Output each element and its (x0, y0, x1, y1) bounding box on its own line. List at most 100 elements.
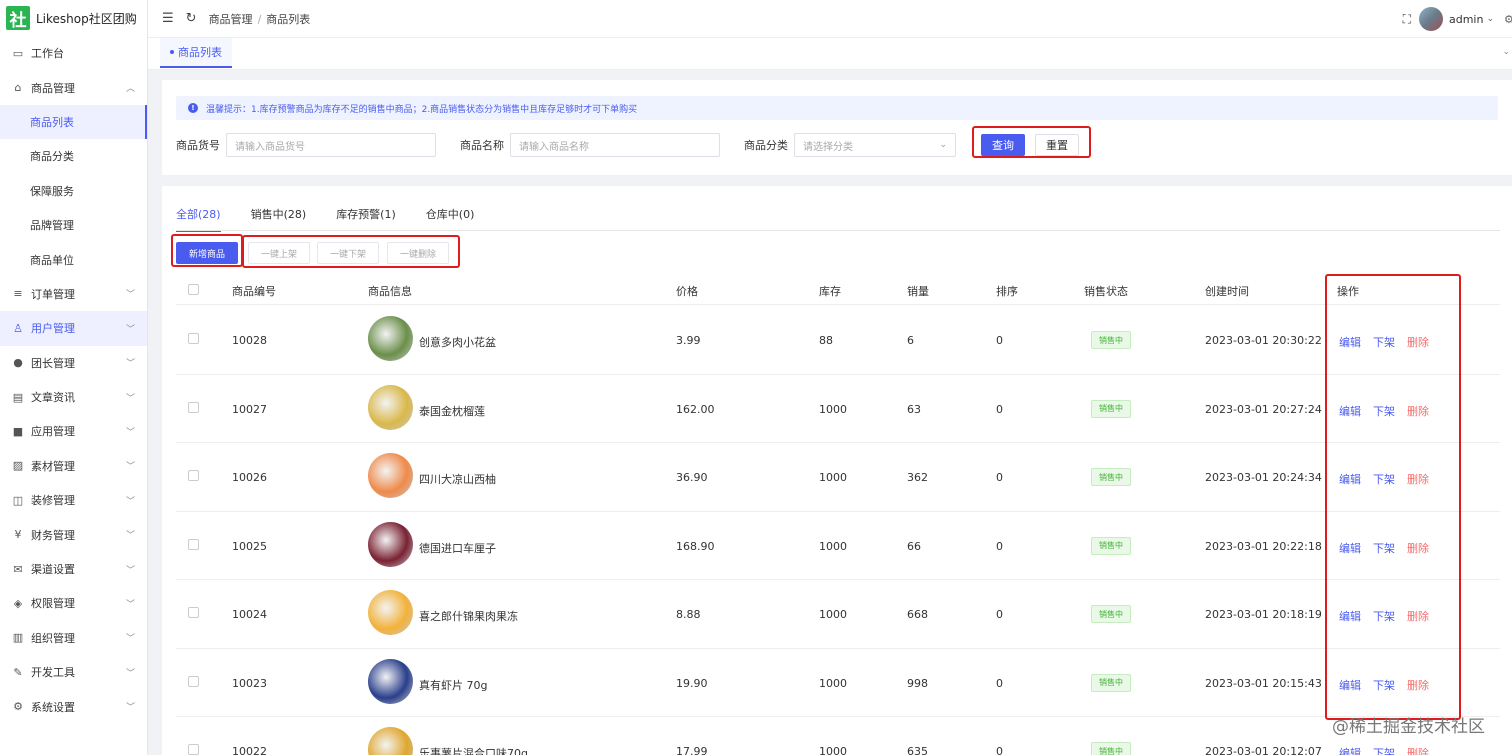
sidebar-item[interactable]: ♙ 用户管理 ﹀ (0, 311, 147, 346)
sidebar-item[interactable]: ✉ 渠道设置 ﹀ (0, 552, 147, 586)
delete-button[interactable]: 删除 (1407, 334, 1429, 350)
edit-button[interactable]: 编辑 (1339, 745, 1361, 755)
off-shelf-button[interactable]: 下架 (1373, 745, 1395, 755)
tag-more-icon[interactable]: ⌄ (1502, 47, 1510, 57)
sidebar-item[interactable]: ▨ 素材管理 ﹀ (0, 449, 147, 483)
status-tab[interactable]: 库存预警(1) (336, 206, 396, 232)
batch-on-shelf-button[interactable]: 一键上架 (248, 242, 310, 264)
table-row: 10026 四川大凉山西柚 36.90 1000 362 0 销售中 2023-03-01 2… (176, 443, 1500, 512)
batch-off-shelf-button[interactable]: 一键下架 (317, 242, 379, 264)
status-badge: 销售中 (1091, 331, 1131, 349)
delete-button[interactable]: 删除 (1407, 540, 1429, 556)
reset-button[interactable]: 重置 (1035, 134, 1079, 156)
app-name: Likeshop社区团购 (36, 11, 137, 26)
off-shelf-button[interactable]: 下架 (1373, 334, 1395, 350)
off-shelf-button[interactable]: 下架 (1373, 403, 1395, 419)
edit-button[interactable]: 编辑 (1339, 677, 1361, 693)
category-select[interactable]: 请选择分类 ⌄ (794, 133, 956, 157)
topbar: ☰ ↻ 商品管理 / 商品列表 ⛶ admin ⌄ ⚙ (148, 0, 1512, 38)
select-all-checkbox[interactable] (188, 284, 199, 295)
sidebar-item[interactable]: 品牌管理 (0, 208, 147, 242)
delete-button[interactable]: 删除 (1407, 677, 1429, 693)
apps-icon: ■ (12, 424, 24, 438)
sidebar-item[interactable]: ¥ 财务管理 ﹀ (0, 517, 147, 551)
breadcrumb-item[interactable]: 商品管理 (209, 13, 253, 26)
cell-price: 19.90 (676, 676, 708, 690)
header-status: 销售状态 (1084, 285, 1128, 298)
delete-button[interactable]: 删除 (1407, 608, 1429, 624)
sidebar-item[interactable]: 保障服务 (0, 174, 147, 208)
sidebar-item[interactable]: ◈ 权限管理 ﹀ (0, 586, 147, 620)
header-sort: 排序 (996, 285, 1018, 298)
tag-product-list[interactable]: 商品列表 (160, 38, 232, 68)
edit-button[interactable]: 编辑 (1339, 540, 1361, 556)
delete-button[interactable]: 删除 (1407, 745, 1429, 755)
sidebar-item[interactable]: ▤ 文章资讯 ﹀ (0, 380, 147, 414)
edit-button[interactable]: 编辑 (1339, 403, 1361, 419)
product-thumbnail (368, 727, 413, 755)
row-checkbox[interactable] (188, 607, 199, 618)
cell-created: 2023-03-01 20:15:43 (1205, 676, 1322, 690)
batch-delete-button[interactable]: 一键删除 (387, 242, 449, 264)
cell-sales: 63 (907, 402, 921, 416)
edit-button[interactable]: 编辑 (1339, 471, 1361, 487)
sidebar-item[interactable]: ⚙ 系统设置 ﹀ (0, 689, 147, 723)
header-stock: 库存 (819, 285, 841, 298)
row-checkbox[interactable] (188, 538, 199, 550)
finance-icon: ¥ (14, 528, 22, 542)
row-checkbox[interactable] (188, 401, 199, 413)
off-shelf-button[interactable]: 下架 (1373, 471, 1395, 487)
chevron-down-icon[interactable]: ⌄ (1486, 14, 1494, 24)
name-input[interactable]: 请输入商品名称 (510, 133, 720, 157)
product-thumbnail (368, 521, 413, 567)
status-badge: 销售中 (1091, 468, 1131, 486)
sidebar-item[interactable]: ≡ 订单管理 ﹀ (0, 277, 147, 311)
sidebar-item[interactable]: ■ 应用管理 ﹀ (0, 414, 147, 448)
status-tab[interactable]: 仓库中(0) (426, 206, 475, 232)
status-tab[interactable]: 销售中(28) (251, 206, 307, 232)
product-list-card: 全部(28) 销售中(28) 库存预警(1) 仓库中(0) 新增商品 一键上架 一键下… (162, 186, 1512, 755)
edit-button[interactable]: 编辑 (1339, 334, 1361, 350)
query-button[interactable]: 查询 (981, 134, 1025, 156)
logo[interactable]: 社 Likeshop社区团购 (0, 0, 147, 36)
username[interactable]: admin (1449, 13, 1483, 26)
sidebar-item[interactable]: ● 团长管理 ﹀ (0, 346, 147, 380)
sidebar-item-label: 系统设置 (31, 700, 75, 714)
code-input[interactable]: 请输入商品货号 (226, 133, 436, 157)
sidebar-item[interactable]: ◫ 装修管理 ﹀ (0, 483, 147, 517)
sidebar-item[interactable]: ▭ 工作台 (0, 36, 147, 70)
sidebar-item[interactable]: ✎ 开发工具 ﹀ (0, 655, 147, 689)
delete-button[interactable]: 删除 (1407, 403, 1429, 419)
sidebar-item[interactable]: 商品列表 (0, 104, 147, 140)
refresh-icon[interactable]: ↻ (186, 11, 197, 26)
status-tab[interactable]: 全部(28) (176, 206, 221, 232)
edit-button[interactable]: 编辑 (1339, 608, 1361, 624)
add-product-button[interactable]: 新增商品 (176, 242, 238, 264)
product-thumbnail (368, 453, 413, 498)
row-checkbox[interactable] (188, 333, 199, 344)
cell-sales: 6 (907, 334, 914, 347)
settings-icon: ⚙ (13, 700, 23, 714)
cell-stock: 1000 (819, 676, 847, 690)
row-checkbox[interactable] (188, 470, 199, 481)
sidebar-item-label: 组织管理 (31, 631, 75, 645)
cell-created: 2023-03-01 20:27:24 (1205, 402, 1322, 416)
settings-icon[interactable]: ⚙ (1504, 13, 1512, 26)
sidebar-item[interactable]: ⌂ 商品管理 ︿ (0, 70, 147, 104)
off-shelf-button[interactable]: 下架 (1373, 608, 1395, 624)
cell-name: 喜之郎什锦果肉果冻 (419, 610, 518, 623)
article-icon: ▤ (12, 390, 24, 404)
cell-name: 乐事薯片混合口味70g (419, 747, 528, 755)
off-shelf-button[interactable]: 下架 (1373, 540, 1395, 556)
avatar[interactable] (1418, 7, 1443, 31)
menu-fold-icon[interactable]: ☰ (162, 11, 174, 26)
delete-button[interactable]: 删除 (1407, 471, 1429, 487)
sidebar-item[interactable]: 商品单位 (0, 242, 147, 276)
row-checkbox[interactable] (188, 744, 199, 755)
sidebar-item[interactable]: 商品分类 (0, 139, 147, 173)
row-checkbox[interactable] (188, 675, 199, 687)
off-shelf-button[interactable]: 下架 (1373, 677, 1395, 693)
fullscreen-icon[interactable]: ⛶ (1403, 12, 1411, 27)
watermark: @稀土掘金技术社区 (1332, 717, 1485, 737)
sidebar-item[interactable]: ▥ 组织管理 ﹀ (0, 621, 147, 655)
